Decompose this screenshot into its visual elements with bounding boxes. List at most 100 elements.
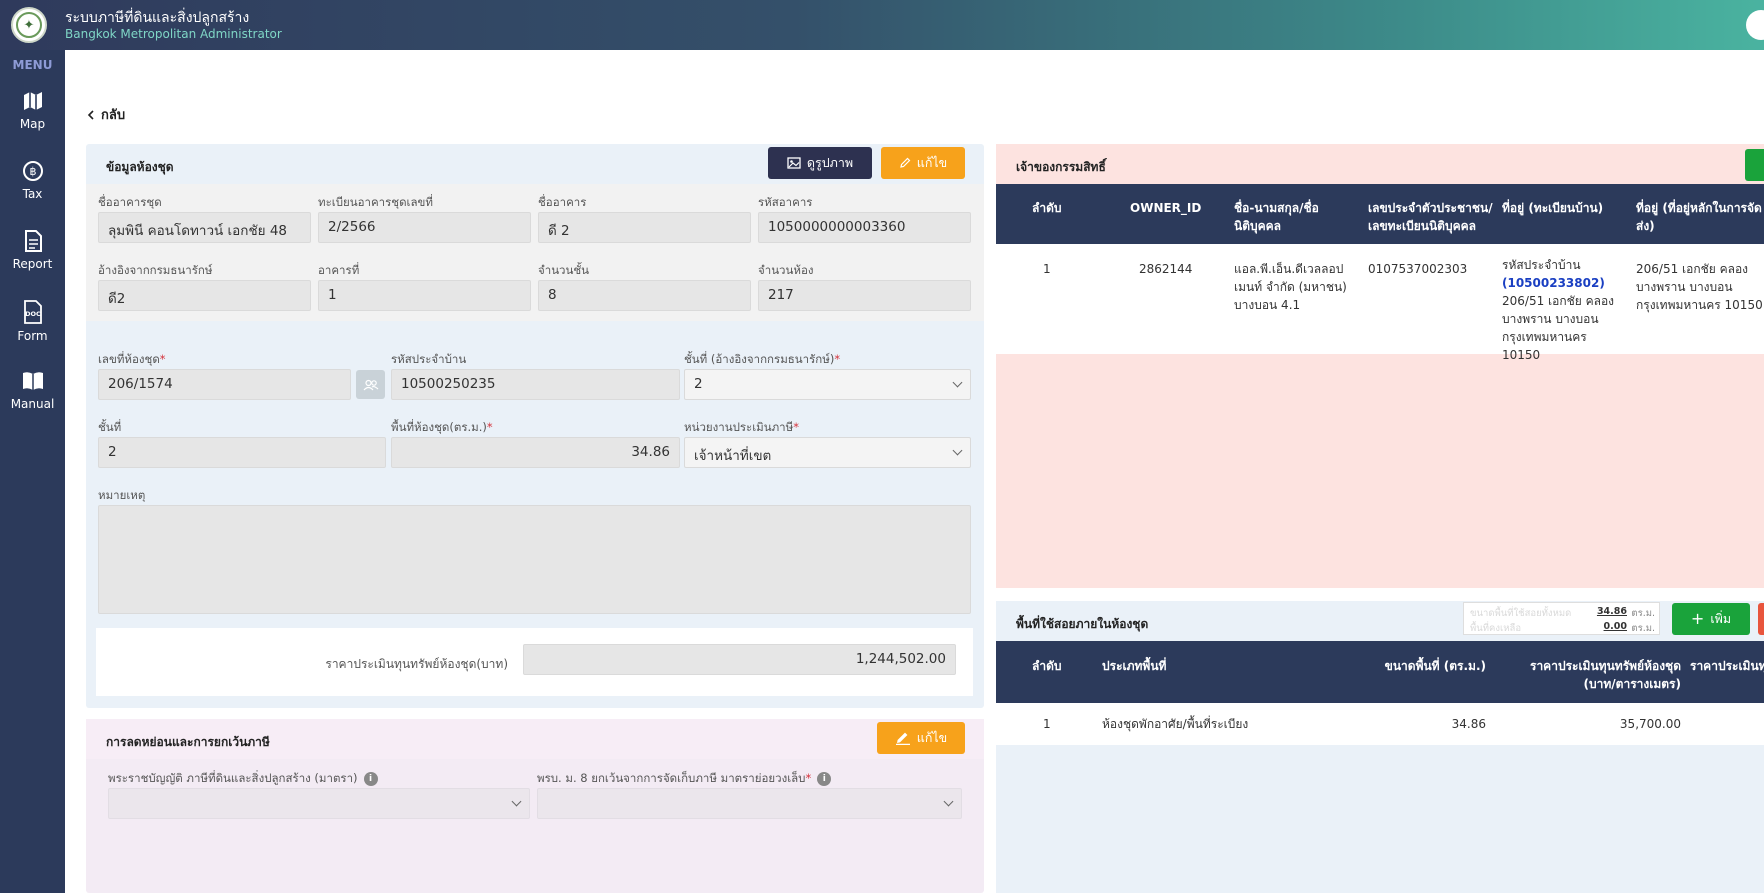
owner-no: 1 xyxy=(1043,262,1051,276)
col-mail-address: ที่อยู่ (ที่อยู่หลักในการจัดส่ง) xyxy=(1636,201,1762,233)
sidebar-item-label: Form xyxy=(17,329,48,343)
search-owner-button[interactable] xyxy=(356,370,385,399)
floor-input[interactable]: 2 xyxy=(98,437,386,468)
view-image-button[interactable]: ดูรูปภาพ xyxy=(768,147,872,179)
col-tax-id: เลขประจำตัวประชาชน/เลขทะเบียนนิติบุคคล xyxy=(1368,201,1493,233)
building-no-label: อาคารที่ xyxy=(318,263,360,277)
col-total-price: ราคาประเมินทุ xyxy=(1690,659,1764,673)
owner-id: 2862144 xyxy=(1139,262,1193,276)
chevron-down-icon xyxy=(952,377,963,388)
coin-icon: ฿ xyxy=(22,161,43,181)
owners-panel: เจ้าของกรรมสิทธิ์ ลำดับ OWNER_ID ชื่อ-นา… xyxy=(996,144,1764,588)
info-icon[interactable]: i xyxy=(817,772,832,786)
chevron-down-icon xyxy=(952,445,963,456)
info-icon[interactable]: i xyxy=(363,772,378,786)
usage-type: ห้องชุดพักอาศัย/พื้นที่ระเบียง xyxy=(1102,717,1249,731)
decree-select[interactable] xyxy=(537,788,962,819)
area-label: พื้นที่ห้องชุด(ตร.ม.)* xyxy=(391,420,493,434)
sidebar-item-form[interactable]: DOC Form xyxy=(0,300,65,360)
condo-name-label: ชื่ออาคารชุด xyxy=(98,195,162,209)
usage-table-header: ลำดับ ประเภทพื้นที่ ขนาดพื้นที่ (ตร.ม.) … xyxy=(996,641,1764,703)
floor-label: ชั้นที่ xyxy=(98,420,122,434)
assess-unit-select[interactable]: เจ้าหน้าที่เขต xyxy=(684,437,971,468)
app-subtitle: Bangkok Metropolitan Administrator xyxy=(65,27,282,41)
pencil-icon xyxy=(895,732,910,745)
owner-tax-id: 0107537002303 xyxy=(1368,262,1468,276)
usage-area: 34.86 xyxy=(1451,717,1486,731)
sidebar-item-report[interactable]: Report xyxy=(0,230,65,290)
owners-table-header: ลำดับ OWNER_ID ชื่อ-นามสกุล/ชื่อนิติบุคค… xyxy=(996,184,1764,244)
floors-count-field: 8 xyxy=(538,280,751,311)
house-code-label: รหัสประจำบ้าน xyxy=(391,352,467,366)
sidebar-item-label: Map xyxy=(19,117,46,131)
user-avatar[interactable] xyxy=(1746,10,1764,40)
appraisal-section: ราคาประเมินทุนทรัพย์ห้องชุด(บาท) 1,244,5… xyxy=(96,628,973,696)
table-row[interactable]: 1 2862144 แอล.พี.เอ็น.ดีเวลลอปเมนท์ จำกั… xyxy=(996,244,1764,362)
building-no-field: 1 xyxy=(318,280,531,311)
area-summary: ขนาดพื้นที่ใช้สอยทั้งหมด 34.86 ตร.ม. พื้… xyxy=(1463,602,1660,635)
usage-panel: พื้นที่ใช้สอยภายในห้องชุด ขนาดพื้นที่ใช้… xyxy=(996,601,1764,893)
sidebar-item-map[interactable]: Map xyxy=(0,90,65,150)
sidebar-item-label: Tax xyxy=(22,187,43,201)
sidebar: MENU Map ฿ Tax Report DOC Form Manual xyxy=(0,50,65,893)
building-name-field: ดี 2 xyxy=(538,212,751,243)
svg-text:DOC: DOC xyxy=(25,310,41,318)
registration-no-field: 2/2566 xyxy=(318,212,531,243)
edit-discount-button[interactable]: แก้ไข xyxy=(877,722,965,754)
ref-treasury-field: ดี2 xyxy=(98,280,311,311)
delete-usage-button[interactable] xyxy=(1758,603,1764,635)
col-address: ที่อยู่ (ทะเบียนบ้าน) xyxy=(1502,201,1604,215)
room-no-label: เลขที่ห้องชุด* xyxy=(98,352,166,366)
sidebar-item-tax[interactable]: ฿ Tax xyxy=(0,160,65,220)
top-bar: ✦ ระบบภาษีที่ดินและสิ่งปลูกสร้าง Bangkok… xyxy=(0,0,1764,50)
discount-panel: การลดหย่อนและการยกเว้นภาษี แก้ไข พระราชบ… xyxy=(86,719,984,893)
back-link[interactable]: กลับ xyxy=(87,104,125,125)
house-code-input[interactable]: 10500250235 xyxy=(391,369,680,400)
remark-textarea[interactable] xyxy=(98,505,971,614)
owner-name: แอล.พี.เอ็น.ดีเวลลอปเมนท์ จำกัด (มหาชน) … xyxy=(1234,262,1347,312)
book-icon xyxy=(22,372,43,390)
building-info-section: ชื่ออาคารชุด ลุมพินี คอนโดทาวน์ เอกชัย 4… xyxy=(86,184,984,321)
appraisal-label: ราคาประเมินทุนทรัพย์ห้องชุด(บาท) xyxy=(325,657,508,671)
plus-icon: + xyxy=(1690,609,1705,628)
edit-condo-button[interactable]: แก้ไข xyxy=(881,147,965,179)
col-no: ลำดับ xyxy=(1032,659,1062,673)
col-area-type: ประเภทพื้นที่ xyxy=(1102,659,1167,673)
area-input[interactable]: 34.86 xyxy=(391,437,680,468)
registration-no-label: ทะเบียนอาคารชุดเลขที่ xyxy=(318,195,433,209)
room-no-input[interactable]: 206/1574 xyxy=(98,369,351,400)
owner-mail-address: 206/51 เอกชัย คลองบางพราน บางบอน กรุงเทพ… xyxy=(1636,262,1763,312)
summary-used-value: 34.86 xyxy=(1596,606,1627,617)
document-icon xyxy=(24,230,42,252)
house-code-label: รหัสประจำบ้าน xyxy=(1502,258,1581,272)
act-select[interactable] xyxy=(108,788,530,819)
building-code-field: 1050000000003360 xyxy=(758,212,971,243)
table-row[interactable]: 1 ห้องชุดพักอาศัย/พื้นที่ระเบียง 34.86 3… xyxy=(996,703,1764,745)
decree-label: พรบ. ม. 8 ยกเว้นจากการจัดเก็บภาษี มาตราย… xyxy=(537,770,832,788)
house-code-link[interactable]: (10500233802) xyxy=(1502,274,1627,292)
rooms-count-label: จำนวนห้อง xyxy=(758,263,814,277)
doc-file-icon: DOC xyxy=(23,300,42,324)
add-usage-button[interactable]: + เพิ่ม xyxy=(1672,603,1750,635)
add-owner-button[interactable] xyxy=(1745,149,1764,181)
condo-name-field: ลุมพินี คอนโดทาวน์ เอกชัย 48 xyxy=(98,212,311,243)
usage-price: 35,700.00 xyxy=(1619,717,1681,731)
col-no: ลำดับ xyxy=(1032,201,1062,215)
app-title: ระบบภาษีที่ดินและสิ่งปลูกสร้าง xyxy=(65,10,250,26)
rooms-count-field: 217 xyxy=(758,280,971,311)
building-code-label: รหัสอาคาร xyxy=(758,195,813,209)
chevron-down-icon xyxy=(511,796,522,807)
bma-logo: ✦ xyxy=(11,7,47,43)
col-name: ชื่อ-นามสกุล/ชื่อนิติบุคคล xyxy=(1234,201,1319,233)
act-label: พระราชบัญญัติ ภาษีที่ดินและสิ่งปลูกสร้าง… xyxy=(108,770,378,788)
owner-address-cell: รหัสประจำบ้าน (10500233802) 206/51 เอกชั… xyxy=(1502,256,1627,364)
col-owner-id: OWNER_ID xyxy=(1130,201,1202,215)
floor-ref-label: ชั้นที่ (อ้างอิงจากกรมธนารักษ์)* xyxy=(684,352,841,366)
assess-unit-label: หน่วยงานประเมินภาษี* xyxy=(684,420,799,434)
sidebar-item-manual[interactable]: Manual xyxy=(0,370,65,430)
floor-ref-select[interactable]: 2 xyxy=(684,369,971,400)
sidebar-item-label: Manual xyxy=(10,397,55,411)
appraisal-field: 1,244,502.00 xyxy=(523,644,956,675)
map-icon xyxy=(23,92,42,110)
summary-remain-value: 0.00 xyxy=(1603,621,1627,632)
